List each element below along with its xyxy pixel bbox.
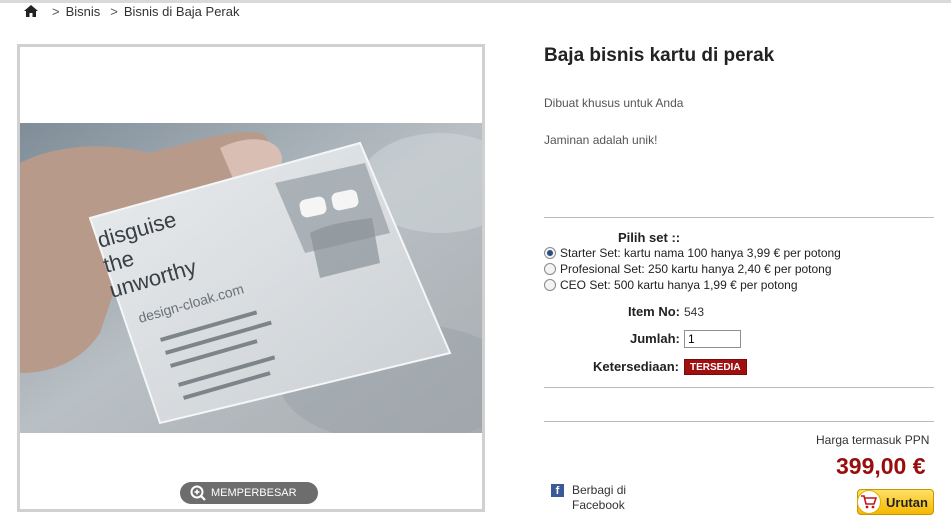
set-option-label: CEO Set: 500 kartu hanya 1,99 € per poto…: [560, 277, 798, 292]
item-number-label: Item No:: [628, 304, 680, 319]
facebook-share-label-1: Berbagi di: [572, 483, 627, 497]
product-description-1: Dibuat khusus untuk Anda: [544, 96, 684, 110]
breadcrumb-separator: >: [110, 3, 118, 19]
set-option-professional[interactable]: Profesional Set: 250 kartu hanya 2,40 € …: [544, 261, 832, 276]
product-price: 399,00 €: [836, 453, 926, 479]
product-description-2: Jaminan adalah unik!: [544, 133, 658, 147]
facebook-share-label-2: Facebook: [572, 498, 625, 512]
facebook-icon: f: [551, 484, 564, 497]
divider: [544, 217, 934, 218]
order-button-label: Urutan: [886, 494, 928, 510]
breadcrumb-link-bisnis[interactable]: Bisnis: [66, 4, 101, 19]
set-option-label: Profesional Set: 250 kartu hanya 2,40 € …: [560, 261, 832, 276]
breadcrumb-link-current[interactable]: Bisnis di Baja Perak: [124, 4, 240, 19]
radio-professional[interactable]: [544, 262, 556, 275]
zoom-button-label: MEMPERBESAR: [211, 487, 297, 499]
zoom-button[interactable]: MEMPERBESAR: [180, 482, 318, 504]
breadcrumb: > Bisnis > Bisnis di Baja Perak: [24, 3, 250, 19]
availability-badge: TERSEDIA: [684, 359, 747, 375]
availability-label: Ketersediaan:: [593, 359, 679, 374]
order-button[interactable]: Urutan: [857, 489, 934, 515]
radio-starter[interactable]: [544, 246, 556, 259]
quantity-label: Jumlah:: [630, 331, 680, 346]
radio-ceo[interactable]: [544, 278, 556, 291]
breadcrumb-separator: >: [52, 3, 60, 19]
item-number-value: 543: [684, 305, 705, 319]
product-title: Baja bisnis kartu di perak: [544, 45, 775, 66]
product-image-frame: disguise the unworthy design-cloak.com M…: [17, 44, 485, 512]
divider: [544, 387, 934, 388]
set-selector-label: Pilih set ::: [618, 230, 681, 245]
product-photo[interactable]: disguise the unworthy design-cloak.com: [20, 123, 482, 433]
set-option-label: Starter Set: kartu nama 100 hanya 3,99 €…: [560, 245, 841, 260]
divider: [544, 421, 934, 422]
set-option-ceo[interactable]: CEO Set: 500 kartu hanya 1,99 € per poto…: [544, 277, 798, 292]
cart-icon: [857, 490, 881, 514]
quantity-input[interactable]: [684, 330, 741, 348]
facebook-share[interactable]: f Berbagi di Facebook: [551, 483, 626, 513]
magnifier-plus-icon: [190, 485, 206, 501]
set-option-starter[interactable]: Starter Set: kartu nama 100 hanya 3,99 €…: [544, 245, 841, 260]
price-note: Harga termasuk PPN: [816, 433, 930, 447]
home-icon[interactable]: [24, 5, 38, 17]
